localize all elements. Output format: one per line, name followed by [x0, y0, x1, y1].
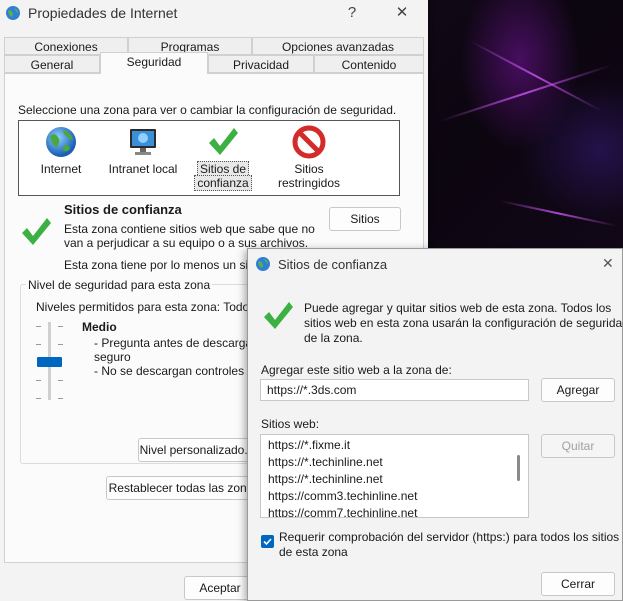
zone-label: confianza	[194, 175, 252, 191]
list-item[interactable]: https://*.fixme.it	[268, 438, 350, 452]
zone-description: Esta zona contiene sitios web que sabe q…	[64, 222, 315, 236]
check-icon	[263, 538, 272, 546]
tab-opciones-avanzadas[interactable]: Opciones avanzadas	[252, 37, 424, 55]
tab-seguridad[interactable]: Seguridad	[100, 52, 208, 74]
level-name: Medio	[82, 320, 117, 334]
help-button[interactable]: ?	[340, 3, 364, 23]
slider-tick	[58, 326, 63, 327]
zone-label: restringidos	[277, 176, 341, 190]
slider-tick	[58, 344, 63, 345]
intranet-icon	[130, 129, 156, 155]
list-item[interactable]: https://*.techinline.net	[268, 472, 383, 486]
wallpaper-streak	[499, 200, 618, 227]
zone-title: Sitios de confianza	[64, 202, 182, 217]
accept-button[interactable]: Aceptar	[184, 576, 256, 600]
list-item[interactable]: https://comm7.techinline.net	[268, 506, 417, 517]
zone-list: Internet Intranet local Sitios de confia…	[18, 120, 400, 196]
slider-tick	[36, 326, 41, 327]
level-bullet: - No se descargan controles Ac	[94, 364, 261, 378]
title-bar: Propiedades de Internet ? ✕	[0, 0, 428, 28]
list-item[interactable]: https://comm3.techinline.net	[268, 489, 417, 503]
https-check-label: de esta zona	[279, 545, 348, 559]
custom-level-button[interactable]: Nivel personalizado...	[138, 438, 256, 462]
levels-allowed-text: Niveles permitidos para esta zona: Todos	[36, 300, 256, 314]
slider-tick	[58, 380, 63, 381]
tab-contenido[interactable]: Contenido	[314, 55, 424, 73]
info-text: Puede agregar y quitar sitios web de est…	[304, 301, 612, 315]
prohibited-icon	[292, 125, 326, 159]
remove-button[interactable]: Quitar	[541, 434, 615, 458]
slider-tick	[58, 398, 63, 399]
tab-privacidad[interactable]: Privacidad	[208, 55, 314, 73]
https-check-label: Requerir comprobación del servidor (http…	[279, 530, 620, 544]
reset-all-zones-button[interactable]: Restablecer todas las zona	[106, 476, 256, 500]
group-title: Nivel de seguridad para esta zona	[26, 278, 213, 292]
slider-tick	[36, 380, 41, 381]
zone-intranet[interactable]: Intranet local	[105, 121, 181, 176]
dialog-title: Sitios de confianza	[278, 257, 388, 272]
slider-tick	[36, 344, 41, 345]
add-button[interactable]: Agregar	[541, 378, 615, 402]
zone-label: Intranet local	[108, 162, 178, 176]
level-bullet: - Pregunta antes de descargar	[94, 336, 257, 350]
trusted-sites-dialog: Sitios de confianza ✕ Puede agregar y qu…	[247, 248, 623, 601]
tab-general[interactable]: General	[4, 55, 100, 73]
close-button[interactable]: ✕	[390, 3, 414, 23]
websites-label: Sitios web:	[261, 417, 320, 431]
internet-options-icon	[6, 6, 20, 20]
zone-internet[interactable]: Internet	[33, 121, 89, 176]
security-level-slider[interactable]	[36, 322, 64, 402]
checkmark-icon	[22, 218, 51, 245]
websites-list[interactable]: https://*.fixme.it https://*.techinline.…	[260, 434, 529, 518]
zone-restricted[interactable]: Sitios restringidos	[271, 121, 347, 190]
add-site-input[interactable]: https://*.3ds.com	[260, 379, 529, 401]
window-title: Propiedades de Internet	[28, 5, 178, 21]
add-site-value: https://*.3ds.com	[267, 383, 357, 397]
slider-tick	[36, 398, 41, 399]
internet-options-icon	[256, 257, 270, 271]
zone-prompt: Seleccione una zona para ver o cambiar l…	[18, 103, 397, 117]
zone-description: Esta zona tiene por lo menos un sitio	[64, 258, 261, 272]
list-scrollbar[interactable]	[517, 455, 520, 481]
zone-label: Internet	[40, 162, 82, 176]
close-button[interactable]: ✕	[602, 255, 614, 272]
info-text: de la zona.	[304, 331, 363, 345]
zone-label: Sitios	[294, 162, 324, 176]
close-dialog-button[interactable]: Cerrar	[541, 572, 615, 596]
checkmark-icon	[264, 302, 293, 329]
add-site-label: Agregar este sitio web a la zona de:	[261, 363, 452, 377]
sites-button[interactable]: Sitios	[329, 207, 401, 231]
checkmark-icon	[209, 128, 238, 155]
level-bullet: seguro	[94, 350, 131, 364]
slider-thumb[interactable]	[37, 357, 62, 367]
wallpaper-streak	[469, 40, 603, 113]
info-text: sitios web en esta zona usarán la config…	[304, 316, 623, 330]
https-checkbox[interactable]	[261, 535, 274, 548]
zone-trusted[interactable]: Sitios de confianza	[193, 121, 253, 191]
list-item[interactable]: https://*.techinline.net	[268, 455, 383, 469]
wallpaper-streak	[439, 64, 612, 122]
globe-icon	[46, 127, 76, 157]
